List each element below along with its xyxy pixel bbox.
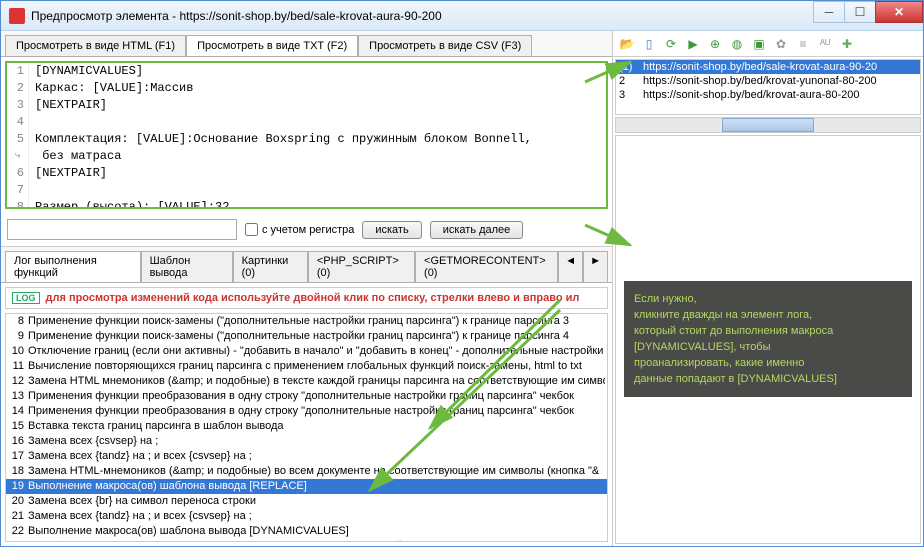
log-row[interactable]: 20Замена всех {br} на символ переноса ст… — [6, 494, 607, 509]
add-icon[interactable]: ✚ — [839, 36, 855, 52]
log-hint-text: для просмотра изменений кода используйте… — [46, 292, 580, 304]
view-tab-0[interactable]: Просмотреть в виде HTML (F1) — [5, 35, 186, 56]
stop-icon[interactable]: ▣ — [751, 36, 767, 52]
preview-area: Если нужно,кликните дважды на элемент ло… — [615, 135, 921, 544]
log-row[interactable]: 12Замена HTML мнемоников (&amp; и подобн… — [6, 374, 607, 389]
scrollbar-thumb[interactable] — [722, 118, 813, 132]
view-tab-2[interactable]: Просмотреть в виде CSV (F3) — [358, 35, 532, 56]
lower-tab-3[interactable]: <PHP_SCRIPT> (0) — [308, 251, 415, 282]
case-checkbox-wrap[interactable]: с учетом регистра — [245, 223, 354, 236]
hint-overlay: Если нужно,кликните дважды на элемент ло… — [624, 281, 912, 397]
close-button[interactable]: ✕ — [875, 1, 923, 23]
maximize-button[interactable]: ☐ — [844, 1, 876, 23]
find-next-button[interactable]: искать далее — [430, 221, 524, 239]
url-scrollbar[interactable] — [615, 117, 921, 133]
url-row[interactable]: (1)https://sonit-shop.by/bed/sale-krovat… — [616, 60, 920, 74]
window-controls: ─ ☐ ✕ — [814, 1, 923, 30]
delete-icon[interactable]: ▯ — [641, 36, 657, 52]
view-tab-1[interactable]: Просмотреть в виде TXT (F2) — [186, 35, 358, 56]
refresh-icon[interactable]: ⟳ — [663, 36, 679, 52]
log-badge-icon: LOG — [12, 292, 40, 304]
toolbar: 📂 ▯ ⟳ ▶ ⊕ ◍ ▣ ✿ ≡ ᴬᵁ ✚ — [613, 31, 923, 57]
view-tabs: Просмотреть в виде HTML (F1)Просмотреть … — [1, 31, 612, 57]
tab-nav[interactable]: ► — [583, 251, 608, 282]
left-pane: Просмотреть в виде HTML (F1)Просмотреть … — [1, 31, 613, 546]
log-row[interactable]: 16Замена всех {csvsep} на ; — [6, 434, 607, 449]
right-pane: 📂 ▯ ⟳ ▶ ⊕ ◍ ▣ ✿ ≡ ᴬᵁ ✚ (1)https://sonit-shop.by/be… — [613, 31, 923, 546]
globe-icon[interactable]: ⊕ — [707, 36, 723, 52]
minimize-button[interactable]: ─ — [813, 1, 845, 23]
titlebar[interactable]: Предпросмотр элемента - https://sonit-sh… — [1, 1, 923, 31]
tab-nav[interactable]: ◄ — [558, 251, 583, 282]
log-row[interactable]: 13Применения функции преобразования в од… — [6, 389, 607, 404]
url-row[interactable]: 3https://sonit-shop.by/bed/krovat-aura-8… — [616, 88, 920, 102]
gear-icon[interactable]: ✿ — [773, 36, 789, 52]
search-bar: с учетом регистра искать искать далее — [1, 213, 612, 247]
lower-tabs: Лог выполнения функцийШаблон выводаКарти… — [1, 247, 612, 283]
log-row[interactable]: 22Выполнение макроса(ов) шаблона вывода … — [6, 524, 607, 539]
log-row[interactable]: 8Применение функции поиск-замены ("допол… — [6, 314, 607, 329]
code-preview[interactable]: 1[DYNAMICVALUES]2Каркас: [VALUE]:Массив3… — [5, 61, 608, 209]
log-hint-bar: LOG для просмотра изменений кода использ… — [5, 287, 608, 309]
log-row[interactable]: 21Замена всех {tandz} на ; и всех {csvse… — [6, 509, 607, 524]
case-checkbox[interactable] — [245, 223, 258, 236]
play-icon[interactable]: ▶ — [685, 36, 701, 52]
auto-icon[interactable]: ᴬᵁ — [817, 36, 833, 52]
list-icon[interactable]: ≡ — [795, 36, 811, 52]
log-row[interactable]: 9Применение функции поиск-замены ("допол… — [6, 329, 607, 344]
log-row[interactable]: 17Замена всех {tandz} на ; и всех {csvse… — [6, 449, 607, 464]
log-row[interactable]: 10Отключение границ (если они активны) -… — [6, 344, 607, 359]
log-row[interactable]: 15Вставка текста границ парсинга в шабло… — [6, 419, 607, 434]
url-row[interactable]: 2https://sonit-shop.by/bed/krovat-yunona… — [616, 74, 920, 88]
log-row[interactable]: 19Выполнение макроса(ов) шаблона вывода … — [6, 479, 607, 494]
log-row[interactable]: 23Преобразование контента в формат CSV (… — [6, 539, 607, 542]
find-button[interactable]: искать — [362, 221, 421, 239]
log-row[interactable]: 18Замена HTML-мнемоников (&amp; и подобн… — [6, 464, 607, 479]
window-title: Предпросмотр элемента - https://sonit-sh… — [31, 9, 814, 23]
log-list[interactable]: 8Применение функции поиск-замены ("допол… — [5, 313, 608, 542]
lower-tab-1[interactable]: Шаблон вывода — [141, 251, 233, 282]
lower-tab-0[interactable]: Лог выполнения функций — [5, 251, 141, 282]
app-window: Предпросмотр элемента - https://sonit-sh… — [0, 0, 924, 547]
lower-tab-4[interactable]: <GETMORECONTENT> (0) — [415, 251, 558, 282]
log-row[interactable]: 11Вычисление повторяющихся границ парсин… — [6, 359, 607, 374]
url-list[interactable]: (1)https://sonit-shop.by/bed/sale-krovat… — [615, 59, 921, 115]
lower-tab-2[interactable]: Картинки (0) — [233, 251, 308, 282]
log-row[interactable]: 14Применения функции преобразования в од… — [6, 404, 607, 419]
search-input[interactable] — [7, 219, 237, 240]
world-icon[interactable]: ◍ — [729, 36, 745, 52]
app-icon — [9, 8, 25, 24]
case-label: с учетом регистра — [262, 224, 354, 236]
folder-icon[interactable]: 📂 — [619, 36, 635, 52]
